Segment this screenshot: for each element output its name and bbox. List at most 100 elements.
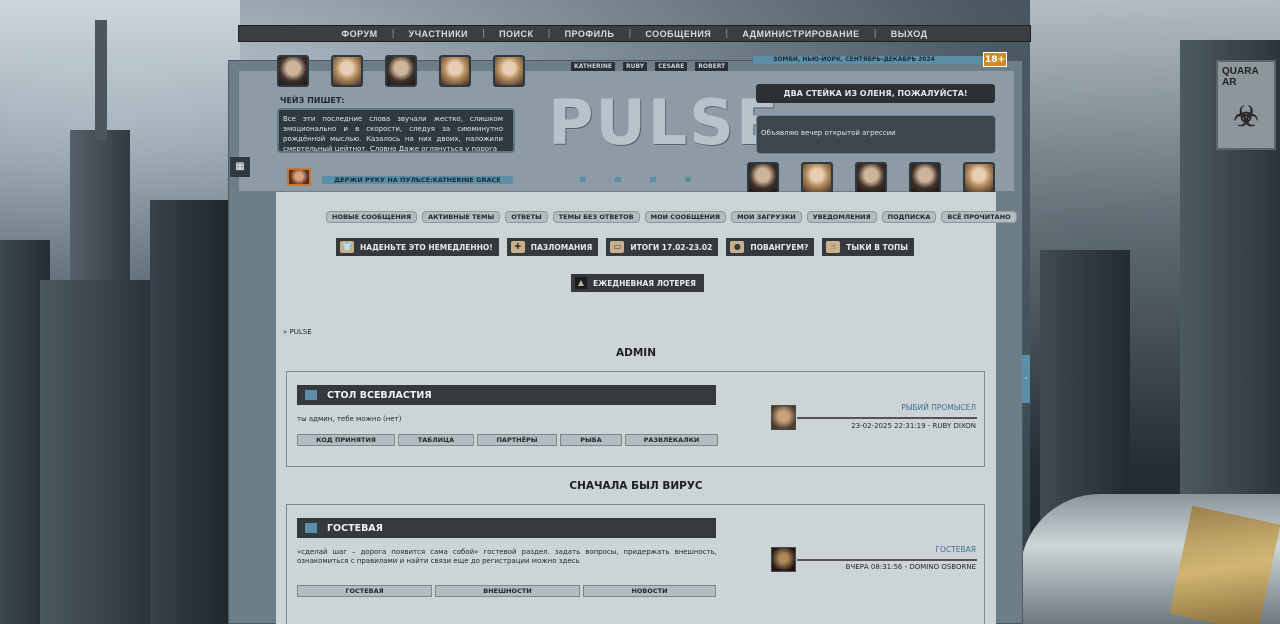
quick-link-new-posts[interactable]: НОВЫЕ СООБЩЕНИЯ — [326, 211, 418, 223]
avatar[interactable] — [277, 55, 309, 87]
feature-button[interactable]: ☝ ТЫКИ В ТОПЫ — [822, 238, 915, 256]
announcement-box: Объявляю вечер открытой агрессии — [756, 115, 996, 154]
building-spire — [95, 20, 107, 140]
building — [40, 280, 150, 624]
sublink[interactable]: ТАБЛИЦА — [398, 434, 474, 446]
last-topic-meta: 23-02-2025 22:31:19 - RUBY DIXON — [851, 422, 976, 430]
site-logo[interactable]: PULSE — [548, 88, 778, 158]
forum-icon — [305, 523, 317, 533]
who-writes-box[interactable]: Все эти последние слова звучали жестко, … — [277, 108, 515, 153]
feature-buttons: 👕 НАДЕНЬТЕ ЭТО НЕМЕДЛЕННО! ✚ ПАЗЛОМАНИЯ ▭ И… — [336, 238, 915, 256]
feature-button-label: ТЫКИ В ТОПЫ — [846, 242, 909, 252]
feature-button[interactable]: 👕 НАДЕНЬТЕ ЭТО НЕМЕДЛЕННО! — [336, 238, 499, 256]
avatar[interactable] — [855, 162, 887, 194]
feature-button-label: ПАЗЛОМАНИЯ — [530, 242, 593, 252]
sublink[interactable]: КОД ПРИНЯТИЯ — [297, 434, 395, 446]
quarantine-sign-text: QUARA AR — [1222, 66, 1259, 88]
nav-members[interactable]: УЧАСТНИКИ — [395, 29, 482, 39]
breadcrumb[interactable]: » PULSE — [283, 328, 312, 336]
feature-button[interactable]: ● ПОВАНГУЕМ? — [726, 238, 815, 256]
character-names: KATHERINE RUBY CESARE ROBERT — [571, 62, 729, 71]
forum-sublinks: ГОСТЕВАЯ ВНЕШНОСТИ НОВОСТИ — [297, 585, 716, 597]
last-topic-meta: ВЧЕРА 08:31:56 - DOMINO OSBORNE — [845, 563, 976, 571]
fortune-icon: ● — [730, 241, 745, 253]
feature-button-label: ИТОГИ 17.02-23.02 — [630, 242, 713, 252]
last-poster-avatar[interactable] — [771, 547, 796, 572]
announcement-title: ДВА СТЕЙКА ИЗ ОЛЕНЯ, ПОЖАЛУЙСТА! — [756, 84, 995, 103]
featured-avatars-right — [747, 162, 995, 194]
cat-icon: ▲ — [575, 277, 587, 289]
ticket-icon: ▭ — [610, 241, 625, 253]
nav-admin[interactable]: АДМИНИСТРИРОВАНИЕ — [728, 29, 873, 39]
avatar[interactable] — [331, 55, 363, 87]
nav-search[interactable]: ПОИСК — [485, 29, 547, 39]
quick-link-replies[interactable]: ОТВЕТЫ — [505, 211, 548, 223]
quick-link-my-posts[interactable]: МОИ СООБЩЕНИЯ — [644, 211, 727, 223]
quick-link-mark-read[interactable]: ВСЁ ПРОЧИТАНО — [941, 211, 1017, 223]
quick-link-notifications[interactable]: УВЕДОМЛЕНИЯ — [806, 211, 877, 223]
last-topic-title[interactable]: РЫБИЙ ПРОМЫСЕЛ — [901, 403, 976, 412]
slider-dot[interactable] — [615, 177, 621, 182]
sublink[interactable]: ВНЕШНОСТИ — [435, 585, 580, 597]
nav-forum[interactable]: ФОРУМ — [327, 29, 391, 39]
top-nav: ФОРУМ | УЧАСТНИКИ | ПОИСК | ПРОФИЛЬ | СО… — [238, 25, 1031, 42]
forum-description: ты админ, тебе можно (нет) — [297, 415, 402, 423]
avatar[interactable] — [287, 168, 311, 186]
category-title: ADMIN — [616, 347, 656, 359]
lottery-button[interactable]: ▲ ЕЖЕДНЕВНАЯ ЛОТЕРЕЯ — [571, 274, 704, 292]
sublink[interactable]: НОВОСТИ — [583, 585, 716, 597]
background-left-city — [0, 0, 240, 624]
avatar[interactable] — [963, 162, 995, 194]
divider — [797, 559, 977, 561]
forum-sublinks: КОД ПРИНЯТИЯ ТАБЛИЦА ПАРТНЁРЫ РЫБА РАЗВЛ… — [297, 434, 718, 446]
avatar[interactable] — [439, 55, 471, 87]
avatar[interactable] — [909, 162, 941, 194]
forum-header[interactable]: ГОСТЕВАЯ — [297, 518, 716, 538]
quick-link-my-uploads[interactable]: МОИ ЗАГРУЗКИ — [731, 211, 802, 223]
character-name[interactable]: KATHERINE — [571, 62, 616, 71]
nav-messages[interactable]: СООБЩЕНИЯ — [631, 29, 725, 39]
quick-link-active-topics[interactable]: АКТИВНЫЕ ТЕМЫ — [422, 211, 501, 223]
forum-icon — [305, 390, 317, 400]
quick-link-unanswered[interactable]: ТЕМЫ БЕЗ ОТВЕТОВ — [552, 211, 640, 223]
character-name[interactable]: CESARE — [655, 62, 688, 71]
sublink[interactable]: РЫБА — [560, 434, 622, 446]
last-topic-title[interactable]: ГОСТЕВАЯ — [935, 545, 976, 554]
lottery-label: ЕЖЕДНЕВНАЯ ЛОТЕРЕЯ — [593, 278, 696, 288]
checker-icon[interactable]: ▦ — [230, 157, 250, 177]
building — [150, 200, 230, 624]
shirt-icon: 👕 — [340, 241, 354, 253]
sublink[interactable]: ПАРТНЁРЫ — [477, 434, 557, 446]
character-name[interactable]: ROBERT — [695, 62, 729, 71]
nav-profile[interactable]: ПРОФИЛЬ — [551, 29, 629, 39]
forum-header[interactable]: СТОЛ ВСЕВЛАСТИЯ — [297, 385, 716, 405]
slider-dots — [580, 177, 691, 182]
feature-button[interactable]: ▭ ИТОГИ 17.02-23.02 — [606, 238, 719, 256]
category-title: СНАЧАЛА БЫЛ ВИРУС — [569, 480, 703, 492]
nav-logout[interactable]: ВЫХОД — [877, 29, 942, 39]
feature-button[interactable]: ✚ ПАЗЛОМАНИЯ — [506, 238, 599, 256]
age-rating-badge: 18+ — [983, 52, 1007, 67]
quick-link-subscription[interactable]: ПОДПИСКА — [881, 211, 937, 223]
forum-card: ГОСТЕВАЯ «сделай шаг – дорога появится с… — [286, 504, 985, 624]
feature-button-label: НАДЕНЬТЕ ЭТО НЕМЕДЛЕННО! — [360, 242, 493, 252]
forum-description: «сделай шаг – дорога появится сама собой… — [297, 548, 717, 565]
pointer-icon: ☝ — [826, 241, 841, 253]
background-right-city: QUARA AR ☣ — [1020, 0, 1280, 624]
avatar[interactable] — [801, 162, 833, 194]
sublink[interactable]: РАЗВЛЕКАЛКИ — [625, 434, 718, 446]
slider-dot[interactable] — [650, 177, 656, 182]
slider-dot[interactable] — [685, 177, 691, 182]
last-poster-avatar[interactable] — [771, 405, 796, 430]
biohazard-icon: ☣ — [1233, 101, 1259, 132]
slider-dot[interactable] — [580, 177, 586, 182]
forum-card: СТОЛ ВСЕВЛАСТИЯ ты админ, тебе можно (не… — [286, 371, 985, 467]
quarantine-sign: QUARA AR ☣ — [1216, 60, 1276, 150]
avatar[interactable] — [385, 55, 417, 87]
character-name[interactable]: RUBY — [623, 62, 648, 71]
avatar[interactable] — [747, 162, 779, 194]
avatar[interactable] — [493, 55, 525, 87]
side-tab-handle[interactable]: ‹ — [1022, 355, 1030, 403]
sublink[interactable]: ГОСТЕВАЯ — [297, 585, 432, 597]
featured-avatars — [277, 55, 525, 87]
